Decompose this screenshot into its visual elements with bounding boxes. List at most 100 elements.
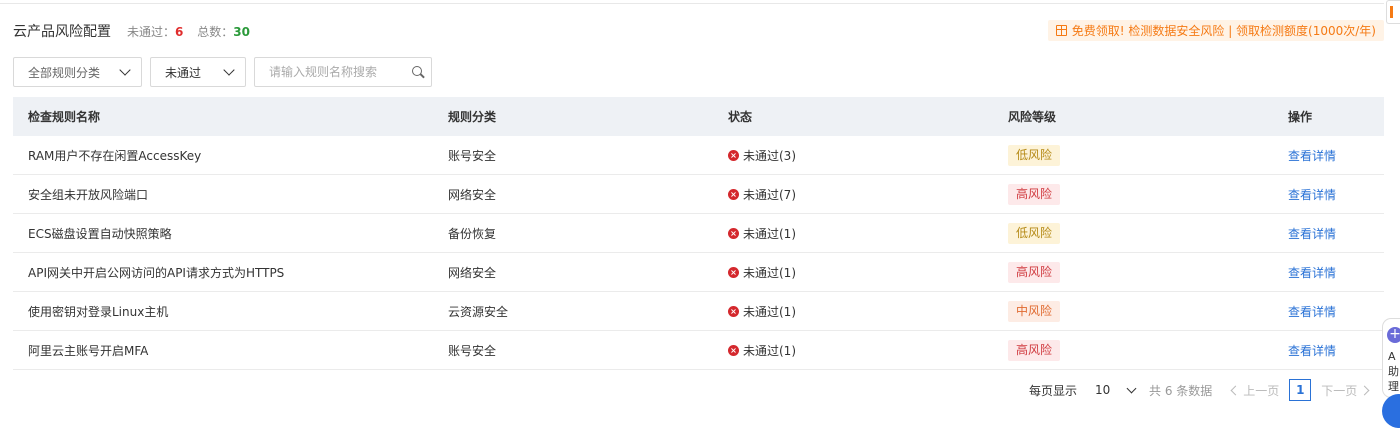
rule-action: 查看详情 [1273, 264, 1384, 281]
rule-risk: 低风险 [993, 144, 1273, 166]
rule-name: 使用密钥对登录Linux主机 [28, 304, 169, 319]
chevron-left-icon [1230, 385, 1241, 395]
prev-page-label: 上一页 [1243, 383, 1280, 398]
rule-status: × 未通过(3) [713, 147, 993, 164]
rule-category: 账号安全 [448, 148, 497, 163]
assistant-label: A 助 理 [1388, 350, 1399, 393]
rule-action: 查看详情 [1273, 186, 1384, 203]
page-size-value: 10 [1095, 383, 1111, 397]
filter-bar: 全部规则分类 未通过 [13, 57, 432, 87]
gift-icon [1055, 25, 1067, 36]
status-select-value: 未通过 [165, 65, 202, 80]
promo-banner[interactable]: 免费领取! 检测数据安全风险 | 领取检测额度(1000次/年) [1047, 20, 1384, 41]
prev-page-button[interactable]: 上一页 [1230, 382, 1280, 399]
promo-text: 免费领取! 检测数据安全风险 | 领取检测额度(1000次/年) [1071, 24, 1376, 38]
rule-name: 阿里云主账号开启MFA [28, 343, 149, 358]
column-header-action: 操作 [1288, 110, 1313, 124]
close-circle-icon: × [728, 305, 739, 317]
search-box [254, 57, 432, 87]
rule-category: 网络安全 [448, 265, 497, 280]
assistant-side-widget[interactable]: + A 助 理 [1382, 318, 1400, 398]
risk-badge: 中风险 [1008, 300, 1061, 322]
table-row: RAM用户不存在闲置AccessKey 账号安全 × 未通过(3) 低风险 查看详… [13, 136, 1384, 175]
page-title: 云产品风险配置 [13, 24, 111, 40]
close-circle-icon: × [728, 266, 739, 278]
status-text: 未通过(1) [743, 304, 796, 319]
rule-risk: 中风险 [993, 300, 1273, 322]
column-header-status: 状态 [728, 110, 753, 124]
rule-action: 查看详情 [1273, 147, 1384, 164]
rules-table: 检查规则名称 规则分类 状态 风险等级 操作 RAM用户不存在闲置AccessK… [13, 97, 1384, 370]
rule-status: × 未通过(1) [713, 303, 993, 320]
search-icon[interactable] [411, 65, 425, 79]
floating-action-button[interactable] [1382, 394, 1400, 428]
rule-status: × 未通过(1) [713, 225, 993, 242]
risk-badge: 高风险 [1008, 183, 1061, 205]
status-text: 未通过(1) [743, 343, 796, 358]
fail-count: 6 [175, 24, 184, 39]
rule-name: ECS磁盘设置自动快照策略 [28, 226, 172, 241]
view-details-link[interactable]: 查看详情 [1288, 188, 1336, 202]
view-details-link[interactable]: 查看详情 [1288, 227, 1336, 241]
fail-label: 未通过： [127, 24, 176, 39]
risk-badge: 低风险 [1008, 222, 1061, 244]
view-details-link[interactable]: 查看详情 [1288, 266, 1336, 280]
table-row: 阿里云主账号开启MFA 账号安全 × 未通过(1) 高风险 查看详情 [13, 331, 1384, 370]
table-row: 使用密钥对登录Linux主机 云资源安全 × 未通过(1) 中风险 查看详情 [13, 292, 1384, 331]
rule-action: 查看详情 [1273, 225, 1384, 242]
page-header: 云产品风险配置 未通过：6 总数：30 [13, 20, 250, 42]
rule-action: 查看详情 [1273, 342, 1384, 359]
view-details-link[interactable]: 查看详情 [1288, 344, 1336, 358]
status-text: 未通过(1) [743, 226, 796, 241]
table-header: 检查规则名称 规则分类 状态 风险等级 操作 [13, 97, 1384, 136]
risk-badge: 低风险 [1008, 144, 1061, 166]
rule-risk: 低风险 [993, 222, 1273, 244]
rule-category: 网络安全 [448, 187, 497, 202]
rule-status: × 未通过(7) [713, 186, 993, 203]
view-details-link[interactable]: 查看详情 [1288, 305, 1336, 319]
rule-category: 云资源安全 [448, 304, 509, 319]
page-number-current[interactable]: 1 [1289, 379, 1312, 401]
page-size-label: 每页显示 [1029, 383, 1078, 398]
rule-risk: 高风险 [993, 339, 1273, 361]
status-select[interactable]: 未通过 [150, 57, 246, 87]
status-text: 未通过(1) [743, 265, 796, 280]
page-size-select[interactable]: 10 [1085, 378, 1141, 402]
chevron-down-icon [119, 64, 131, 76]
next-page-button[interactable]: 下一页 [1321, 382, 1370, 399]
view-details-link[interactable]: 查看详情 [1288, 149, 1336, 163]
rule-name: 安全组未开放风险端口 [28, 187, 149, 202]
rule-name: RAM用户不存在闲置AccessKey [28, 148, 202, 163]
chevron-down-icon [1126, 383, 1137, 393]
close-circle-icon: × [728, 149, 739, 161]
plus-icon: + [1387, 327, 1400, 343]
table-row: API网关中开启公网访问的API请求方式为HTTPS 网络安全 × 未通过(1) … [13, 253, 1384, 292]
rule-risk: 高风险 [993, 261, 1273, 283]
rule-category: 备份恢复 [448, 226, 497, 241]
summary-counts: 未通过：6 总数：30 [127, 23, 250, 40]
category-select[interactable]: 全部规则分类 [13, 57, 142, 87]
table-row: ECS磁盘设置自动快照策略 备份恢复 × 未通过(1) 低风险 查看详情 [13, 214, 1384, 253]
pagination: 每页显示 10 共 6 条数据 上一页 1 下一页 [1029, 378, 1370, 402]
search-input[interactable] [269, 65, 409, 79]
table-row: 安全组未开放风险端口 网络安全 × 未通过(7) 高风险 查看详情 [13, 175, 1384, 214]
top-divider [0, 0, 1384, 4]
risk-badge: 高风险 [1008, 339, 1061, 361]
rule-action: 查看详情 [1273, 303, 1384, 320]
rule-status: × 未通过(1) [713, 342, 993, 359]
rule-category: 账号安全 [448, 343, 497, 358]
total-count: 30 [233, 24, 250, 39]
close-circle-icon: × [728, 188, 739, 200]
close-circle-icon: × [728, 344, 739, 356]
rule-risk: 高风险 [993, 183, 1273, 205]
chevron-right-icon [1359, 385, 1370, 395]
rule-name: API网关中开启公网访问的API请求方式为HTTPS [28, 265, 285, 280]
total-label: 总数： [197, 24, 234, 39]
column-header-risk: 风险等级 [1008, 110, 1057, 124]
feedback-side-tab[interactable] [1386, 0, 1400, 24]
status-text: 未通过(3) [743, 148, 796, 163]
risk-badge: 高风险 [1008, 261, 1061, 283]
column-header-category: 规则分类 [448, 110, 497, 124]
category-select-value: 全部规则分类 [28, 65, 101, 80]
record-count: 共 6 条数据 [1149, 383, 1213, 398]
